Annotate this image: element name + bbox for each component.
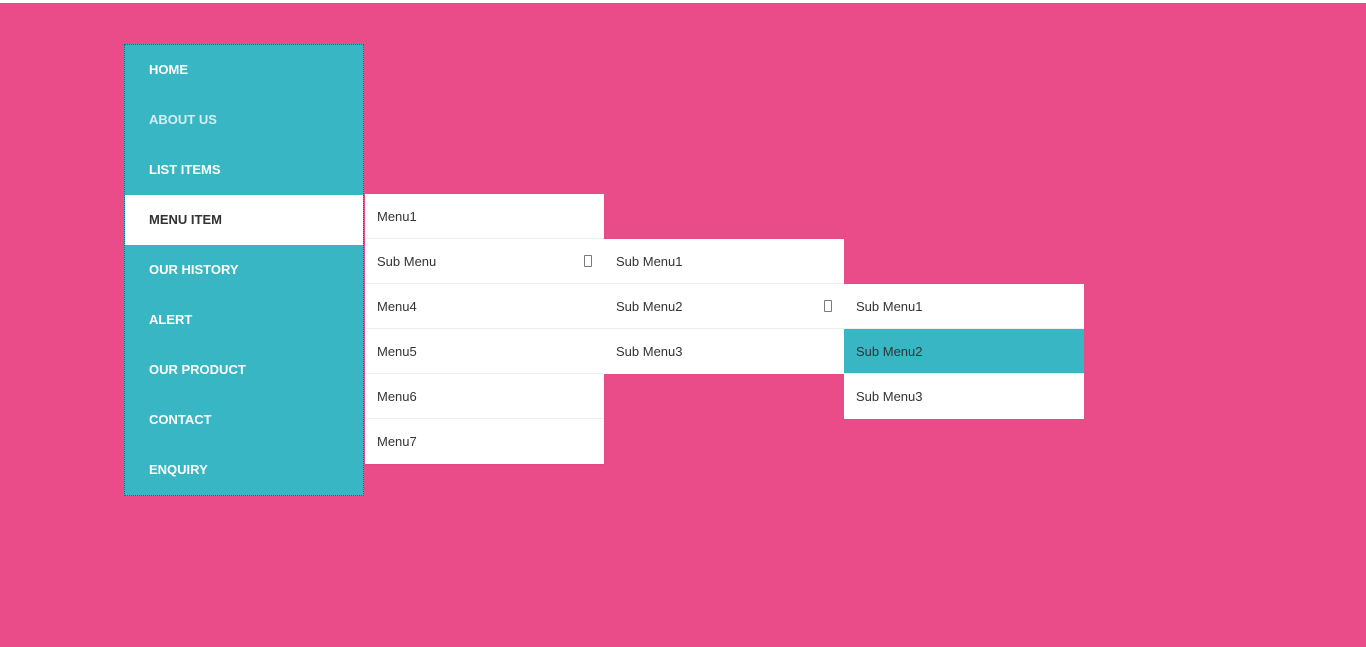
sidebar-item-menu-item[interactable]: MENU ITEM (125, 195, 363, 245)
sidebar-item-alert[interactable]: ALERT (125, 295, 363, 345)
sidebar-item-label: LIST ITEMS (149, 162, 221, 177)
submenu-item-label: Sub Menu1 (856, 299, 923, 314)
submenu-item-label: Sub Menu (377, 254, 436, 269)
sidebar-item-label: ALERT (149, 312, 192, 327)
sidebar-item-about-us[interactable]: ABOUT US (125, 95, 363, 145)
submenu-level-3: Sub Menu1 Sub Menu2 Sub Menu3 (844, 284, 1084, 419)
submenu-item-menu4[interactable]: Menu4 (365, 284, 604, 329)
submenu3-item-sub-menu3[interactable]: Sub Menu3 (844, 374, 1084, 419)
submenu-item-label: Sub Menu1 (616, 254, 683, 269)
sidebar-item-label: HOME (149, 62, 188, 77)
submenu3-item-sub-menu1[interactable]: Sub Menu1 (844, 284, 1084, 329)
sidebar-item-label: ENQUIRY (149, 462, 208, 477)
submenu-level-1: Menu1 Sub Menu Menu4 Menu5 Menu6 Menu7 (365, 194, 604, 464)
chevron-right-icon (584, 255, 592, 267)
submenu-item-label: Sub Menu3 (856, 389, 923, 404)
submenu-item-label: Menu1 (377, 209, 417, 224)
submenu-item-menu1[interactable]: Menu1 (365, 194, 604, 239)
sidebar-item-home[interactable]: HOME (125, 45, 363, 95)
sidebar-item-our-history[interactable]: OUR HISTORY (125, 245, 363, 295)
submenu-item-label: Menu4 (377, 299, 417, 314)
submenu-item-label: Sub Menu2 (616, 299, 683, 314)
top-divider (0, 0, 1366, 3)
sidebar-nav: HOME ABOUT US LIST ITEMS MENU ITEM OUR H… (124, 44, 364, 496)
submenu-item-menu5[interactable]: Menu5 (365, 329, 604, 374)
sidebar-item-label: OUR PRODUCT (149, 362, 246, 377)
sidebar-item-label: ABOUT US (149, 112, 217, 127)
submenu2-item-sub-menu3[interactable]: Sub Menu3 (604, 329, 844, 374)
submenu-level-2: Sub Menu1 Sub Menu2 Sub Menu3 (604, 239, 844, 374)
chevron-right-icon (824, 300, 832, 312)
submenu-item-menu6[interactable]: Menu6 (365, 374, 604, 419)
sidebar-item-label: MENU ITEM (149, 212, 222, 227)
submenu2-item-sub-menu2[interactable]: Sub Menu2 (604, 284, 844, 329)
submenu-item-label: Menu6 (377, 389, 417, 404)
sidebar-item-list-items[interactable]: LIST ITEMS (125, 145, 363, 195)
submenu-item-menu7[interactable]: Menu7 (365, 419, 604, 464)
submenu-item-label: Sub Menu2 (856, 344, 923, 359)
submenu3-item-sub-menu2[interactable]: Sub Menu2 (844, 329, 1084, 374)
sidebar-item-label: OUR HISTORY (149, 262, 239, 277)
sidebar-item-label: CONTACT (149, 412, 212, 427)
sidebar-item-enquiry[interactable]: ENQUIRY (125, 445, 363, 495)
submenu-item-label: Menu7 (377, 434, 417, 449)
sidebar-item-our-product[interactable]: OUR PRODUCT (125, 345, 363, 395)
submenu2-item-sub-menu1[interactable]: Sub Menu1 (604, 239, 844, 284)
submenu-item-label: Menu5 (377, 344, 417, 359)
sidebar-item-contact[interactable]: CONTACT (125, 395, 363, 445)
submenu-item-sub-menu[interactable]: Sub Menu (365, 239, 604, 284)
submenu-item-label: Sub Menu3 (616, 344, 683, 359)
